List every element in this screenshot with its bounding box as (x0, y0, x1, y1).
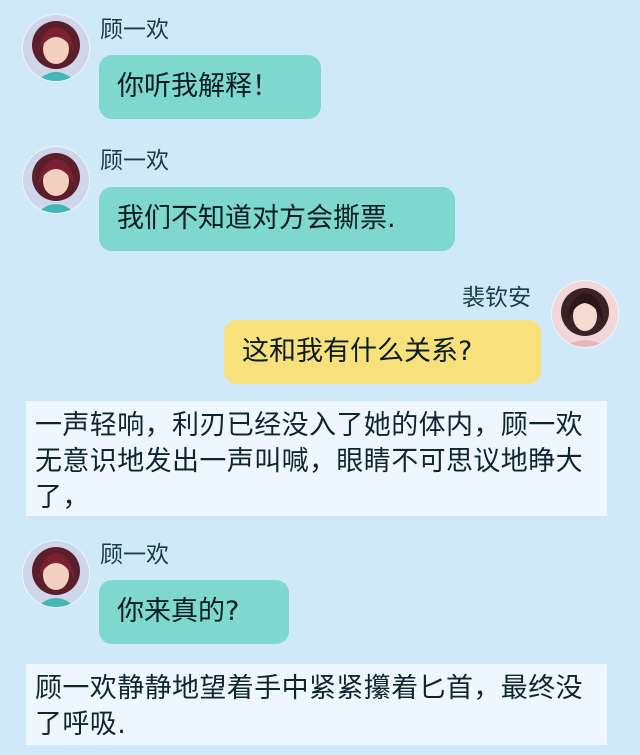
speaker-name: 顾一欢 (100, 148, 169, 174)
narration-block: 一声轻响，利刃已经没入了她的体内，顾一欢无意识地发出一声叫喊，眼睛不可思议地睁大… (26, 401, 607, 516)
speaker-name: 顾一欢 (100, 542, 169, 568)
message-bubble[interactable]: 你来真的? (99, 580, 289, 644)
narration-block: 顾一欢静静地望着手中紧紧攥着匕首，最终没了呼吸. (26, 664, 607, 745)
avatar-gu-yihuan[interactable] (23, 15, 89, 81)
message-bubble[interactable]: 你听我解释！ (99, 55, 321, 119)
avatar-pei-qinan[interactable] (552, 281, 618, 347)
speaker-name: 裴钦安 (462, 285, 531, 311)
message-bubble[interactable]: 这和我有什么关系? (224, 320, 541, 384)
avatar-gu-yihuan[interactable] (23, 147, 89, 213)
speaker-name: 顾一欢 (100, 17, 169, 43)
avatar-gu-yihuan[interactable] (23, 541, 89, 607)
message-bubble[interactable]: 我们不知道对方会撕票. (99, 187, 455, 251)
